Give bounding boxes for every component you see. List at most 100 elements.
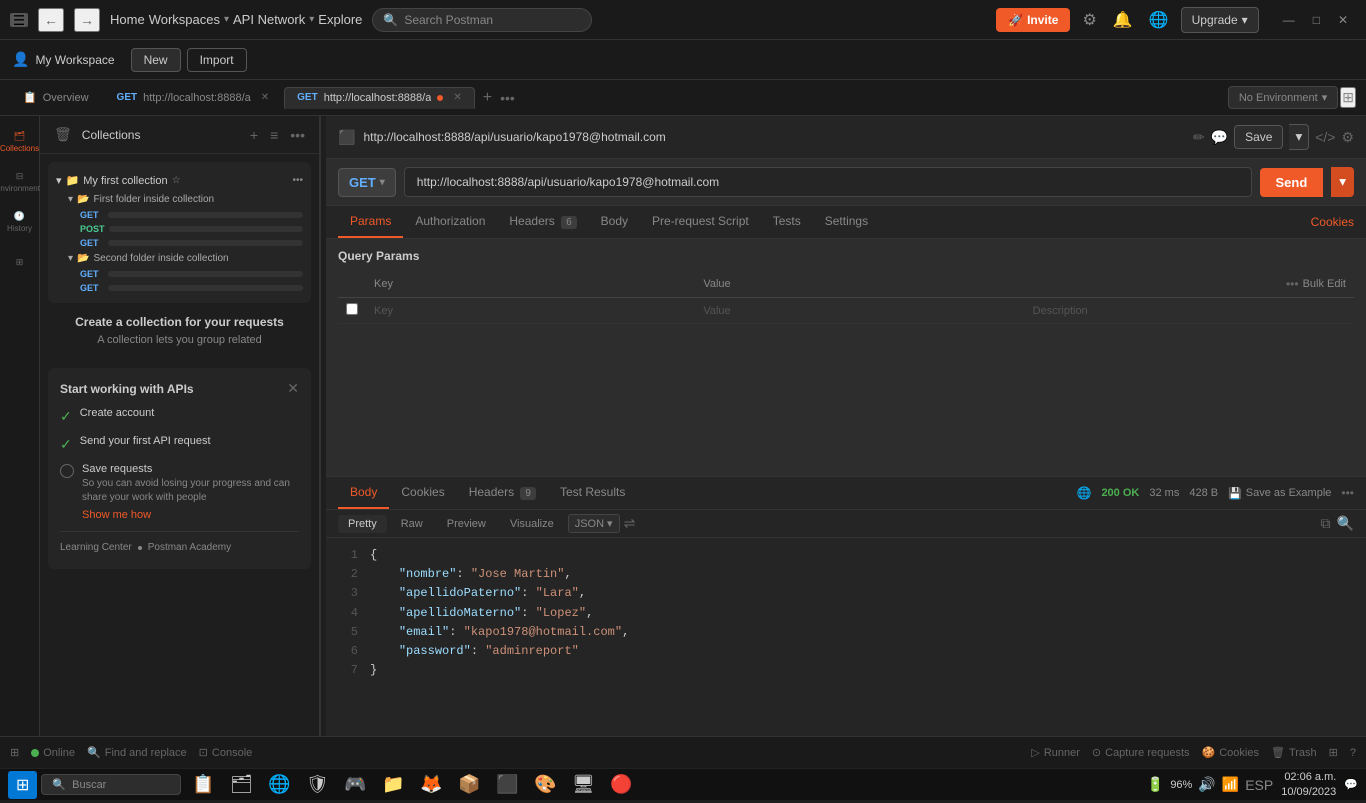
layout-icon[interactable]: ⊞ (10, 746, 19, 759)
resp-more-button[interactable]: ••• (1341, 486, 1354, 500)
close-button[interactable]: ✕ (1330, 11, 1356, 29)
key-input[interactable] (374, 305, 687, 317)
start-button[interactable]: ⊞ (8, 771, 37, 799)
start-close-button[interactable]: ✕ (287, 380, 299, 397)
console-button[interactable]: ⊡ Console (199, 746, 253, 759)
fmt-tab-pretty[interactable]: Pretty (338, 515, 387, 533)
tab-params[interactable]: Params (338, 206, 403, 238)
taskbar-app-12[interactable]: 🔴 (603, 767, 639, 803)
save-button[interactable]: Save (1234, 125, 1283, 149)
filter-response-button[interactable]: ⇌ (624, 515, 636, 532)
resp-tab-headers[interactable]: Headers 9 (457, 477, 548, 509)
taskbar-app-11[interactable]: 🖥 (565, 767, 601, 803)
comment-icon-button[interactable]: 💬 (1211, 129, 1228, 146)
nav-api-network[interactable]: API Network (233, 12, 305, 27)
folder-item-1[interactable]: ▾ 📂 First folder inside collection (56, 191, 303, 208)
learning-center-link[interactable]: Learning Center (60, 542, 132, 553)
taskbar-app-6[interactable]: 📁 (375, 767, 411, 803)
taskbar-search[interactable]: 🔍 Buscar (41, 774, 181, 795)
grid-icon-button[interactable]: ⊞ (1329, 746, 1338, 759)
tab-headers[interactable]: Headers 6 (497, 206, 588, 238)
star-icon[interactable]: ☆ (172, 175, 181, 186)
more-tabs-button[interactable]: ••• (500, 90, 515, 106)
panel-trash-icon[interactable]: 🗑 (50, 124, 76, 145)
tab-authorization[interactable]: Authorization (403, 206, 497, 238)
sidebar-icon-history[interactable]: 🕐 History (2, 204, 38, 240)
env-settings-icon[interactable]: ⊞ (1340, 87, 1356, 108)
tab-close-2[interactable]: ✕ (453, 92, 461, 103)
taskbar-app-9[interactable]: ⬛ (489, 767, 525, 803)
collection-header[interactable]: ▾ 📁 My first collection ☆ ••• (56, 170, 303, 191)
tab-close-1[interactable]: ✕ (261, 92, 269, 103)
desc-input[interactable] (1033, 305, 1346, 317)
sidebar-icon-environments[interactable]: ⊟ Environments (2, 164, 38, 200)
taskbar-app-3[interactable]: 🌐 (261, 767, 297, 803)
copy-response-button[interactable]: ⧉ (1321, 515, 1331, 532)
fmt-tab-preview[interactable]: Preview (437, 515, 496, 533)
taskbar-app-4[interactable]: 🛡 (299, 767, 335, 803)
filter-collections-button[interactable]: ≡ (266, 125, 282, 145)
tab-pre-request[interactable]: Pre-request Script (640, 206, 761, 238)
import-button[interactable]: Import (187, 48, 247, 72)
save-dropdown-button[interactable]: ▾ (1289, 124, 1309, 150)
settings-icon[interactable]: ⚙ (1078, 6, 1100, 34)
sidebar-icon-new-collection[interactable]: ⊞ (2, 244, 38, 280)
tab-body[interactable]: Body (589, 206, 640, 238)
online-status[interactable]: Online (31, 747, 75, 759)
collection-more[interactable]: ••• (292, 175, 303, 186)
edit-icon-button[interactable]: ✏ (1193, 129, 1205, 146)
upgrade-button[interactable]: Upgrade ▾ (1181, 7, 1259, 33)
tab-overview[interactable]: 📋 Overview (10, 86, 102, 109)
help-button[interactable]: ? (1350, 747, 1356, 759)
notification-area-icon[interactable]: 💬 (1344, 778, 1358, 791)
minimize-button[interactable]: — (1275, 11, 1303, 29)
fmt-tab-raw[interactable]: Raw (391, 515, 433, 533)
tab-get-1[interactable]: GET http://localhost:8888/a ✕ (104, 87, 283, 109)
resp-tab-test-results[interactable]: Test Results (548, 477, 637, 509)
runner-button[interactable]: ▷ Runner (1031, 746, 1080, 759)
url-input[interactable] (404, 167, 1252, 197)
environment-selector[interactable]: No Environment ▾ (1228, 86, 1338, 109)
new-tab-button[interactable]: + (477, 87, 498, 109)
nav-home[interactable]: Home (110, 12, 145, 27)
value-input[interactable] (703, 305, 1016, 317)
search-response-button[interactable]: 🔍 (1337, 515, 1354, 532)
add-collection-button[interactable]: + (246, 125, 262, 145)
show-how-link[interactable]: Show me how (82, 509, 151, 521)
nav-workspaces[interactable]: Workspaces (149, 12, 220, 27)
taskbar-app-2[interactable]: 🗂 (223, 767, 259, 803)
maximize-button[interactable]: □ (1305, 11, 1328, 29)
sidebar-icon-collections[interactable]: 🗂 Collections (2, 124, 38, 160)
save-example-button[interactable]: 💾 Save as Example (1228, 487, 1331, 500)
find-replace-button[interactable]: 🔍 Find and replace (87, 746, 187, 759)
more-options-button[interactable]: ••• (286, 125, 309, 145)
resp-tab-body[interactable]: Body (338, 477, 389, 509)
code-icon-button[interactable]: </> (1315, 129, 1335, 145)
resp-tab-cookies[interactable]: Cookies (389, 477, 456, 509)
bulk-edit-button[interactable]: Bulk Edit (1303, 278, 1346, 290)
taskbar-app-10[interactable]: 🎨 (527, 767, 563, 803)
back-button[interactable]: ← (38, 8, 64, 32)
tab-tests[interactable]: Tests (761, 206, 813, 238)
row-checkbox[interactable] (346, 303, 358, 315)
taskbar-app-5[interactable]: 🎮 (337, 767, 373, 803)
avatar-icon[interactable]: 🌐 (1145, 6, 1173, 34)
method-selector[interactable]: GET ▾ (338, 168, 396, 197)
taskbar-app-1[interactable]: 📋 (185, 767, 221, 803)
cookies-link[interactable]: Cookies (1311, 215, 1354, 229)
send-dropdown-button[interactable]: ▾ (1331, 167, 1354, 197)
capture-button[interactable]: ⊙ Capture requests (1092, 746, 1190, 759)
folder-item-2[interactable]: ▾ 📂 Second folder inside collection (56, 250, 303, 267)
postman-academy-link[interactable]: Postman Academy (148, 542, 231, 553)
new-button[interactable]: New (131, 48, 181, 72)
request-settings-icon[interactable]: ⚙ (1341, 129, 1354, 146)
taskbar-app-7[interactable]: 🦊 (413, 767, 449, 803)
taskbar-app-8[interactable]: 📦 (451, 767, 487, 803)
send-button[interactable]: Send (1260, 168, 1324, 197)
notifications-icon[interactable]: 🔔 (1109, 6, 1137, 34)
cookies-status-button[interactable]: 🍪 Cookies (1202, 746, 1259, 759)
tab-settings[interactable]: Settings (813, 206, 880, 238)
trash-button[interactable]: 🗑 Trash (1271, 746, 1317, 759)
fmt-tab-visualize[interactable]: Visualize (500, 515, 564, 533)
menu-button[interactable]: ☰ (10, 13, 28, 27)
